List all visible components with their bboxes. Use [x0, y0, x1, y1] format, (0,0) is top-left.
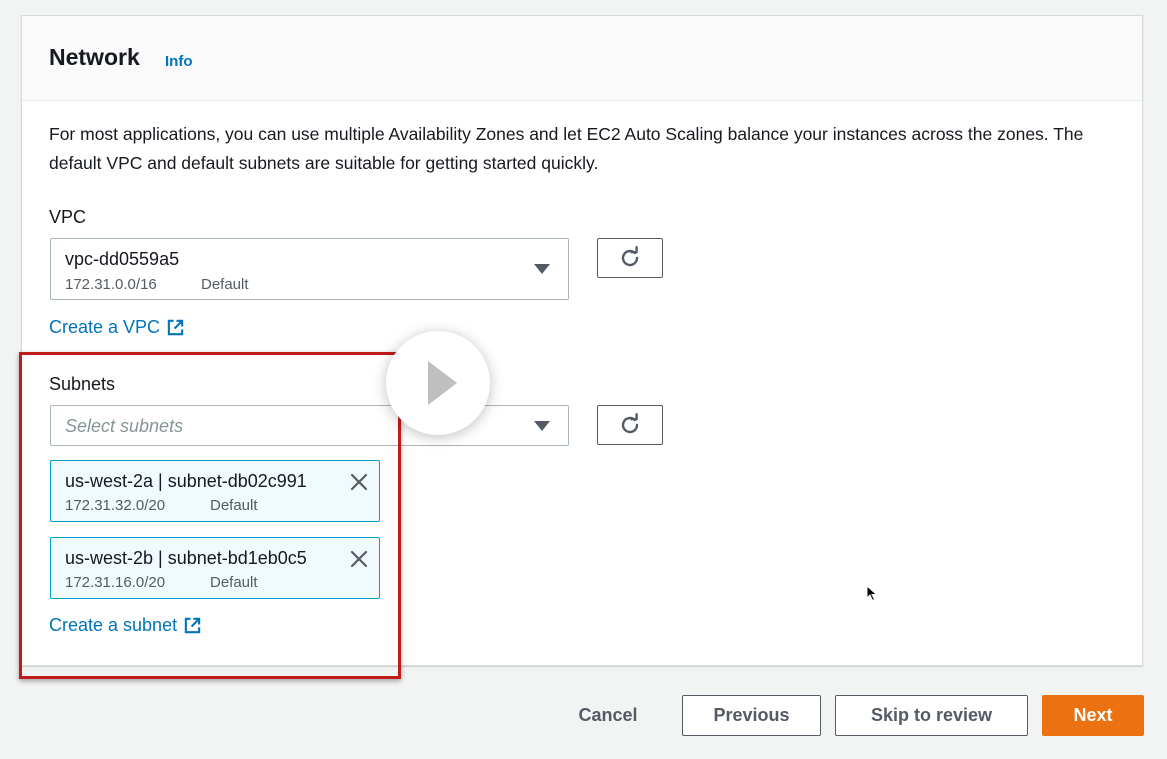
vpc-label: VPC — [49, 207, 87, 227]
skip-to-review-button[interactable]: Skip to review — [835, 695, 1028, 736]
info-link[interactable]: Info — [165, 53, 193, 70]
panel-header: Network Info — [22, 16, 1142, 101]
previous-button[interactable]: Previous — [682, 695, 821, 736]
panel-title: Network — [49, 44, 140, 70]
caret-down-icon — [534, 421, 550, 431]
vpc-default-tag: Default — [201, 276, 249, 293]
create-vpc-link[interactable]: Create a VPC — [49, 317, 185, 338]
next-button[interactable]: Next — [1042, 695, 1144, 736]
create-vpc-link-label: Create a VPC — [49, 317, 161, 337]
vpc-cidr: 172.31.0.0/16 — [65, 276, 157, 293]
network-description: For most applications, you can use multi… — [49, 124, 1084, 173]
subnets-highlight-box — [19, 352, 401, 679]
refresh-icon — [621, 413, 639, 434]
vpc-selected-value: vpc-dd0559a5 — [65, 249, 180, 269]
play-icon — [428, 361, 457, 405]
caret-down-icon — [534, 264, 550, 274]
vpc-select[interactable]: vpc-dd0559a5 172.31.0.0/16 Default — [50, 238, 569, 300]
external-link-icon — [167, 319, 184, 336]
video-play-button[interactable] — [386, 331, 490, 435]
vpc-refresh-button[interactable] — [597, 238, 663, 278]
cancel-button[interactable]: Cancel — [566, 695, 650, 736]
subnets-refresh-button[interactable] — [597, 405, 663, 445]
mouse-cursor-icon — [866, 585, 878, 602]
refresh-icon — [621, 246, 639, 267]
